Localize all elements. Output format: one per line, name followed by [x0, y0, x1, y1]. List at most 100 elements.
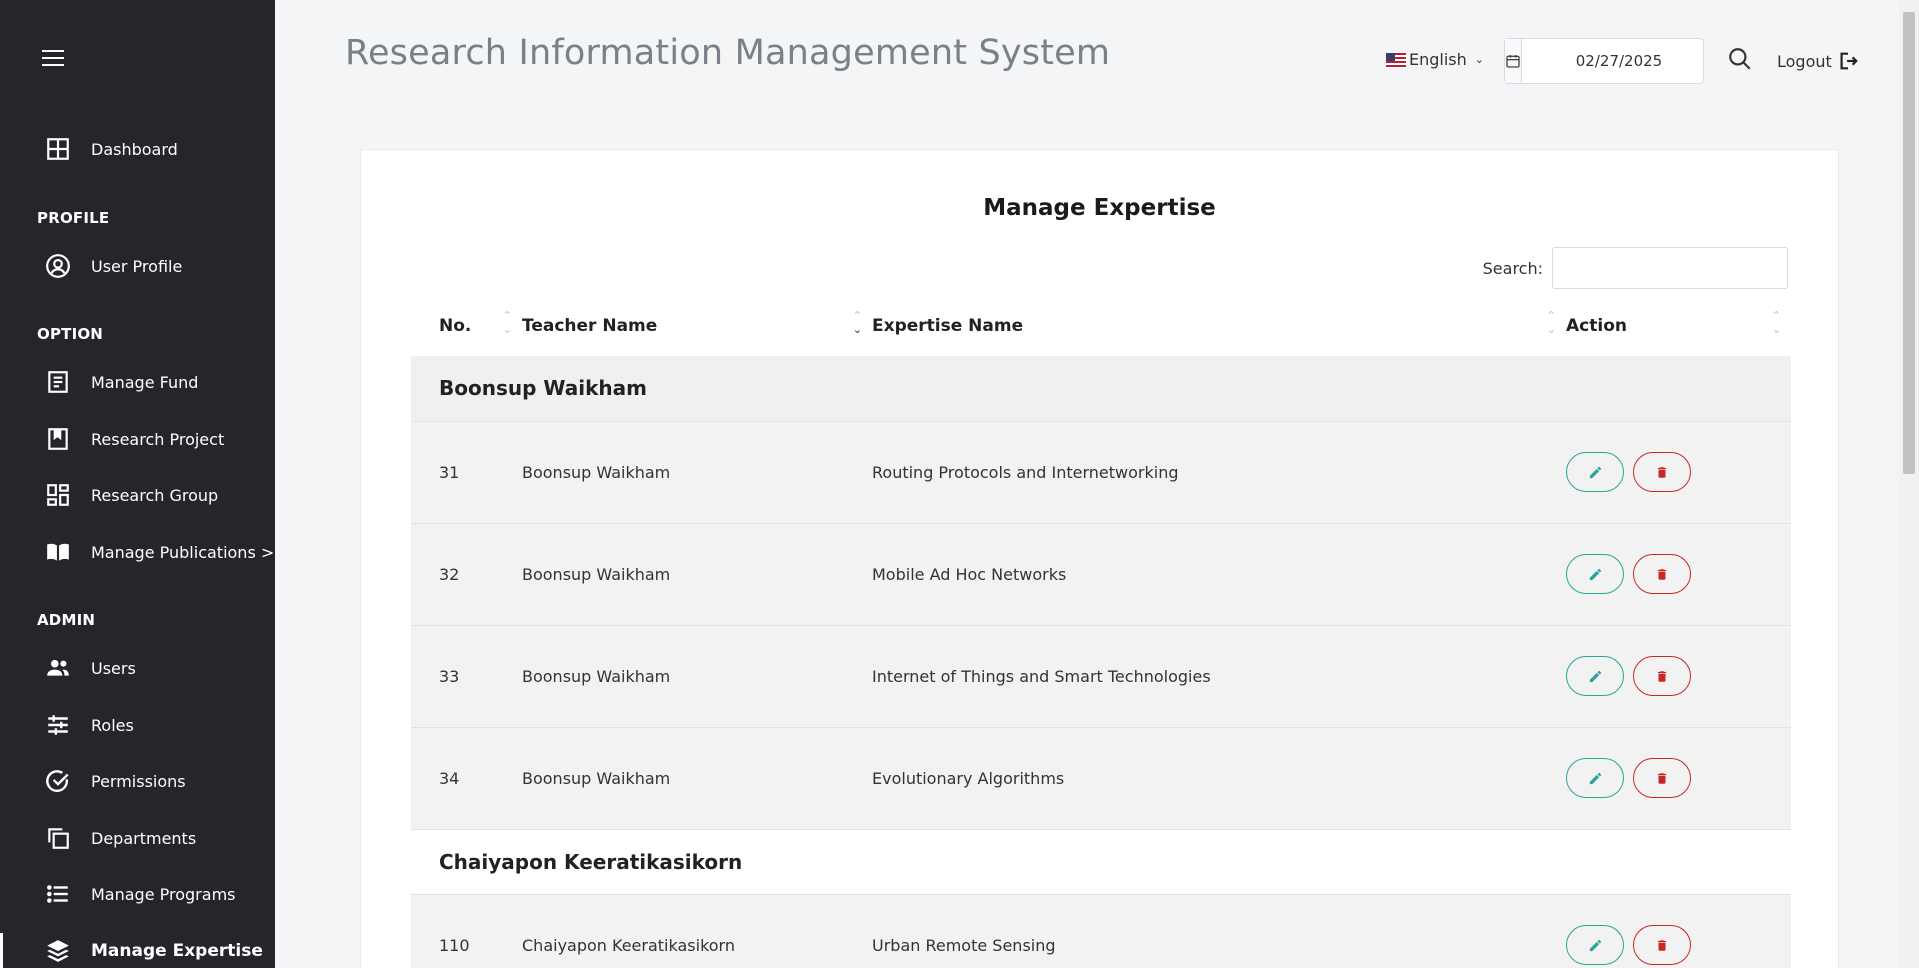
logout-button[interactable]: Logout — [1777, 50, 1859, 72]
cell-teacher: Boonsup Waikham — [522, 625, 872, 728]
sidebar-item-label: Users — [91, 658, 136, 678]
group-name: Chaiyapon Keeratikasikorn — [411, 829, 1791, 895]
trash-icon — [1657, 568, 1667, 580]
pencil-icon — [1589, 939, 1601, 951]
document-icon — [45, 369, 71, 395]
cell-actions — [1566, 421, 1791, 524]
cell-no: 110 — [411, 894, 522, 968]
search-input[interactable] — [1552, 247, 1788, 289]
sort-icon: ⌃ ⌄ — [502, 309, 512, 336]
cell-no: 34 — [411, 727, 522, 830]
cell-expertise: Evolutionary Algorithms — [872, 727, 1566, 830]
date-input[interactable] — [1522, 39, 1716, 83]
scrollbar-thumb[interactable] — [1903, 12, 1915, 474]
cell-teacher: Boonsup Waikham — [522, 421, 872, 524]
delete-button[interactable] — [1633, 656, 1691, 696]
sidebar-item-label: Research Group — [91, 485, 219, 505]
sliders-icon — [45, 712, 71, 738]
column-header-action[interactable]: Action ⌃ ⌄ — [1566, 295, 1791, 356]
sort-icon: ⌃ ⌄ — [1546, 309, 1556, 336]
cell-actions — [1566, 894, 1791, 968]
sidebar-item-label: Manage Publications > — [91, 542, 275, 562]
sort-icon: ⌃ ⌄ — [1771, 309, 1781, 336]
column-label: Action — [1566, 315, 1627, 336]
sidebar-item-permissions[interactable]: Permissions — [0, 759, 275, 803]
us-flag-icon — [1386, 52, 1406, 67]
users-icon — [45, 655, 71, 681]
cell-teacher: Boonsup Waikham — [522, 523, 872, 626]
layers-icon — [45, 938, 71, 964]
expertise-card: Manage Expertise Search: No. ⌃ ⌄ Teacher … — [360, 149, 1839, 968]
group-row: Boonsup Waikham — [411, 356, 1791, 422]
chevron-down-icon: ⌄ — [1474, 53, 1484, 66]
section-option: OPTION — [37, 325, 104, 343]
sidebar-item-manage-publications[interactable]: Manage Publications > — [0, 530, 275, 574]
delete-button[interactable] — [1633, 452, 1691, 492]
check-circle-icon — [45, 768, 71, 794]
sidebar-item-label: Research Project — [91, 429, 225, 449]
sort-desc-icon: ⌃ ⌄ — [852, 309, 862, 336]
edit-button[interactable] — [1566, 452, 1624, 492]
pencil-icon — [1589, 466, 1601, 478]
sidebar-item-label: Permissions — [91, 771, 186, 791]
sidebar-item-user-profile[interactable]: User Profile — [0, 244, 275, 288]
edit-button[interactable] — [1566, 758, 1624, 798]
table-search: Search: — [1483, 247, 1788, 289]
delete-button[interactable] — [1633, 554, 1691, 594]
cell-expertise: Mobile Ad Hoc Networks — [872, 523, 1566, 626]
sidebar-item-label: Manage Expertise — [91, 941, 263, 961]
delete-button[interactable] — [1633, 758, 1691, 798]
sidebar-item-label: Departments — [91, 828, 197, 848]
table-row: 33 Boonsup Waikham Internet of Things an… — [411, 625, 1791, 728]
table-header-row: No. ⌃ ⌄ Teacher Name ⌃ ⌄ Expertise Name ⌃ ⌄… — [411, 295, 1791, 356]
cell-no: 31 — [411, 421, 522, 524]
sidebar-item-label: User Profile — [91, 256, 183, 276]
sidebar-item-label: Dashboard — [91, 139, 178, 159]
section-profile: PROFILE — [37, 209, 110, 227]
dashboard-tiles-icon — [45, 482, 71, 508]
column-header-teacher[interactable]: Teacher Name ⌃ ⌄ — [522, 295, 872, 356]
table-row: 34 Boonsup Waikham Evolutionary Algorith… — [411, 727, 1791, 830]
sidebar-item-label: Manage Programs — [91, 884, 236, 904]
bookmark-book-icon — [45, 426, 71, 452]
cell-expertise: Urban Remote Sensing — [872, 894, 1566, 968]
pencil-icon — [1589, 670, 1601, 682]
section-admin: ADMIN — [37, 611, 96, 629]
sidebar-item-roles[interactable]: Roles — [0, 703, 275, 747]
column-label: Teacher Name — [522, 315, 658, 336]
group-row: Chaiyapon Keeratikasikorn — [411, 829, 1791, 895]
page-scrollbar[interactable] — [1899, 0, 1919, 968]
sidebar-item-users[interactable]: Users — [0, 646, 275, 690]
sidebar: Dashboard PROFILE User Profile OPTION Ma… — [0, 0, 275, 968]
column-header-expertise[interactable]: Expertise Name ⌃ ⌄ — [872, 295, 1566, 356]
sidebar-item-manage-fund[interactable]: Manage Fund — [0, 360, 275, 404]
column-header-no[interactable]: No. ⌃ ⌄ — [411, 295, 522, 356]
pencil-icon — [1589, 568, 1601, 580]
cell-actions — [1566, 523, 1791, 626]
column-label: Expertise Name — [872, 315, 1024, 336]
expertise-table: No. ⌃ ⌄ Teacher Name ⌃ ⌄ Expertise Name ⌃ ⌄… — [411, 295, 1791, 968]
search-icon[interactable] — [1727, 46, 1753, 72]
sidebar-item-research-group[interactable]: Research Group — [0, 473, 275, 517]
table-row: 31 Boonsup Waikham Routing Protocols and… — [411, 421, 1791, 524]
sidebar-item-manage-programs[interactable]: Manage Programs — [0, 872, 275, 916]
app-title: Research Information Management System — [345, 33, 1111, 73]
date-picker[interactable] — [1504, 38, 1716, 84]
calendar-icon[interactable] — [1505, 39, 1522, 83]
cell-no: 32 — [411, 523, 522, 626]
trash-icon — [1657, 772, 1667, 784]
table-row: 32 Boonsup Waikham Mobile Ad Hoc Network… — [411, 523, 1791, 626]
menu-toggle-icon[interactable] — [42, 50, 64, 68]
column-label: No. — [439, 315, 472, 336]
sidebar-item-dashboard[interactable]: Dashboard — [0, 127, 275, 171]
language-selector[interactable]: English ⌄ — [1386, 50, 1484, 69]
sidebar-item-departments[interactable]: Departments — [0, 816, 275, 860]
cell-actions — [1566, 727, 1791, 830]
edit-button[interactable] — [1566, 656, 1624, 696]
delete-button[interactable] — [1633, 925, 1691, 965]
sidebar-item-research-project[interactable]: Research Project — [0, 417, 275, 461]
cell-actions — [1566, 625, 1791, 728]
edit-button[interactable] — [1566, 554, 1624, 594]
sidebar-item-manage-expertise[interactable]: Manage Expertise — [0, 929, 275, 968]
edit-button[interactable] — [1566, 925, 1624, 965]
